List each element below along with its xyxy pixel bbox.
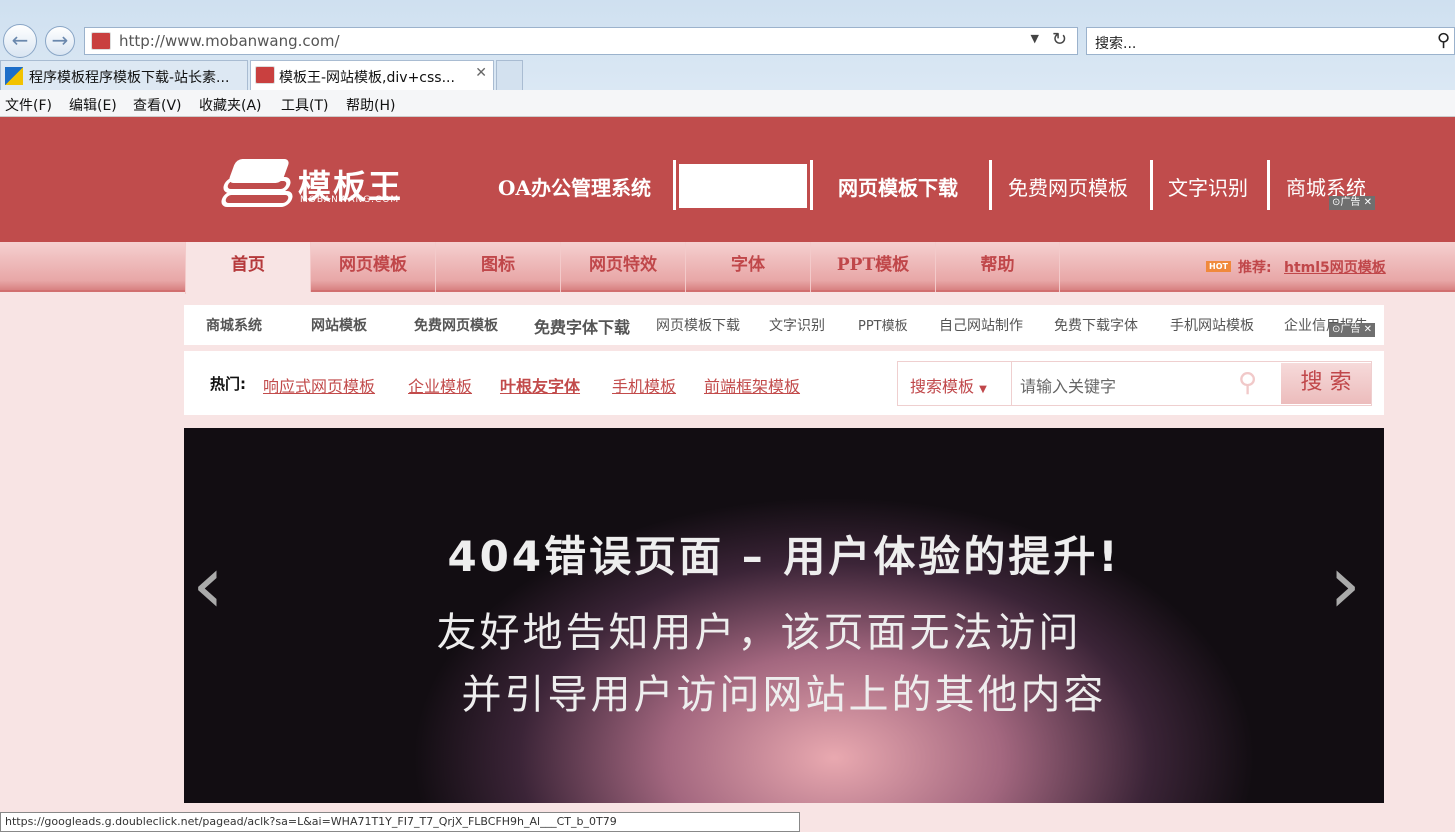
hot-link[interactable]: 前端框架模板: [704, 373, 800, 397]
nav-templates[interactable]: 网页模板: [310, 242, 435, 292]
search-type-select[interactable]: 搜索模板 ▼: [898, 362, 1012, 405]
ad-placeholder[interactable]: [679, 164, 807, 208]
prev-arrow-icon[interactable]: ‹: [192, 538, 224, 631]
divider: [673, 160, 676, 210]
menu-edit[interactable]: 编辑(E): [69, 95, 117, 115]
recommend-label: 推荐:: [1238, 257, 1272, 277]
ad-label: 广告: [1340, 324, 1360, 335]
banner-line-2: 并引导用户访问网站上的其他内容: [184, 662, 1384, 720]
recommend-link[interactable]: html5网页模板: [1284, 257, 1386, 277]
sub-link[interactable]: 文字识别: [769, 315, 825, 335]
tab-1[interactable]: 程序模板程序模板下载-站长素...: [0, 60, 248, 90]
sub-link[interactable]: 自己网站制作: [939, 315, 1023, 335]
search-icon[interactable]: ⚲: [1437, 30, 1450, 51]
search-button[interactable]: 搜 索: [1281, 363, 1371, 404]
nav-help[interactable]: 帮助: [935, 242, 1060, 292]
nav-icons[interactable]: 图标: [435, 242, 560, 292]
sub-link[interactable]: 免费网页模板: [414, 315, 498, 335]
header-link-oa[interactable]: OA办公管理系统: [498, 172, 651, 201]
menu-tools[interactable]: 工具(T): [281, 95, 328, 115]
ad-label: 广告: [1340, 197, 1360, 208]
divider: [1150, 160, 1153, 210]
hot-link[interactable]: 企业模板: [408, 373, 472, 397]
nav-fonts[interactable]: 字体: [685, 242, 810, 292]
menu-file[interactable]: 文件(F): [5, 95, 52, 115]
new-tab-button[interactable]: [496, 60, 523, 90]
hot-badge: HOT: [1206, 261, 1231, 272]
tab-favicon-icon: [5, 67, 23, 85]
logo-subtext: MOBANWANG.COM: [300, 195, 399, 205]
browser-search-input[interactable]: 搜索... ⚲: [1086, 27, 1455, 55]
sub-link[interactable]: 免费下载字体: [1054, 315, 1138, 335]
search-box: 搜索模板 ▼ 请输入关键字 ⚲ 搜 索: [897, 361, 1372, 406]
next-arrow-icon[interactable]: ›: [1329, 538, 1361, 631]
logo-icon[interactable]: [222, 155, 294, 213]
search-type-label: 搜索模板: [910, 377, 974, 396]
tab-2[interactable]: 模板王-网站模板,div+css... ✕: [250, 60, 494, 90]
menu-favorites[interactable]: 收藏夹(A): [199, 95, 262, 115]
menu-help[interactable]: 帮助(H): [346, 95, 395, 115]
url-text: http://www.mobanwang.com/: [119, 32, 340, 50]
back-button[interactable]: ←: [3, 24, 37, 58]
divider: [989, 160, 992, 210]
sub-link[interactable]: 商城系统: [206, 315, 262, 335]
hot-label: 热门:: [210, 373, 246, 394]
search-placeholder: 搜索...: [1095, 36, 1136, 52]
sub-link[interactable]: 网站模板: [311, 315, 367, 335]
refresh-icon[interactable]: ↻: [1052, 29, 1067, 50]
hot-link[interactable]: 响应式网页模板: [263, 373, 375, 397]
sub-link[interactable]: 网页模板下载: [656, 315, 740, 335]
status-bar: https://googleads.g.doubleclick.net/page…: [0, 812, 800, 832]
hot-link[interactable]: 叶根友字体: [500, 373, 580, 397]
nav-effects[interactable]: 网页特效: [560, 242, 685, 292]
sub-link[interactable]: 手机网站模板: [1170, 315, 1254, 335]
dropdown-icon[interactable]: ▼: [1031, 32, 1039, 45]
nav-ppt[interactable]: PPT模板: [810, 242, 935, 292]
close-tab-icon[interactable]: ✕: [475, 65, 487, 81]
site-favicon-icon: [91, 32, 111, 50]
tab-label: 程序模板程序模板下载-站长素...: [29, 70, 229, 86]
search-icon: ⚲: [1238, 368, 1257, 398]
nav-home[interactable]: 首页: [185, 242, 310, 294]
hot-link[interactable]: 手机模板: [612, 373, 676, 397]
address-bar[interactable]: http://www.mobanwang.com/ ▼ ↻: [84, 27, 1078, 55]
main-nav: 首页 网页模板 图标 网页特效 字体 PPT模板 帮助 HOT 推荐: html…: [0, 242, 1455, 292]
menu-view[interactable]: 查看(V): [133, 95, 182, 115]
header-link-templates[interactable]: 网页模板下载: [838, 172, 958, 201]
divider: [1267, 160, 1270, 210]
divider: [810, 160, 813, 210]
ad-badge[interactable]: ⊙广告 ✕: [1329, 323, 1375, 337]
chevron-down-icon: ▼: [979, 384, 987, 395]
hero-banner[interactable]: 404错误页面 – 用户体验的提升! 友好地告知用户，该页面无法访问 并引导用户…: [184, 428, 1384, 803]
search-input[interactable]: 请输入关键字: [1020, 373, 1240, 397]
hot-bar: 热门: 响应式网页模板 企业模板 叶根友字体 手机模板 前端框架模板 搜索模板 …: [184, 351, 1384, 415]
banner-line-1: 友好地告知用户，该页面无法访问: [184, 600, 1359, 658]
banner-title: 404错误页面 – 用户体验的提升!: [184, 523, 1384, 584]
ad-badge[interactable]: ⊙广告 ✕: [1329, 196, 1375, 210]
header-link-free[interactable]: 免费网页模板: [1008, 172, 1128, 201]
sub-links-bar: 商城系统 网站模板 免费网页模板 免费字体下载 网页模板下载 文字识别 PPT模…: [184, 305, 1384, 345]
sub-link[interactable]: 免费字体下载: [534, 314, 630, 338]
tab-label: 模板王-网站模板,div+css...: [279, 70, 455, 86]
forward-button[interactable]: →: [45, 26, 75, 56]
tab-favicon-icon: [255, 66, 275, 84]
menu-bar: 文件(F) 编辑(E) 查看(V) 收藏夹(A) 工具(T) 帮助(H): [0, 90, 1455, 117]
sub-link[interactable]: PPT模板: [858, 315, 908, 334]
header-link-ocr[interactable]: 文字识别: [1168, 172, 1248, 201]
